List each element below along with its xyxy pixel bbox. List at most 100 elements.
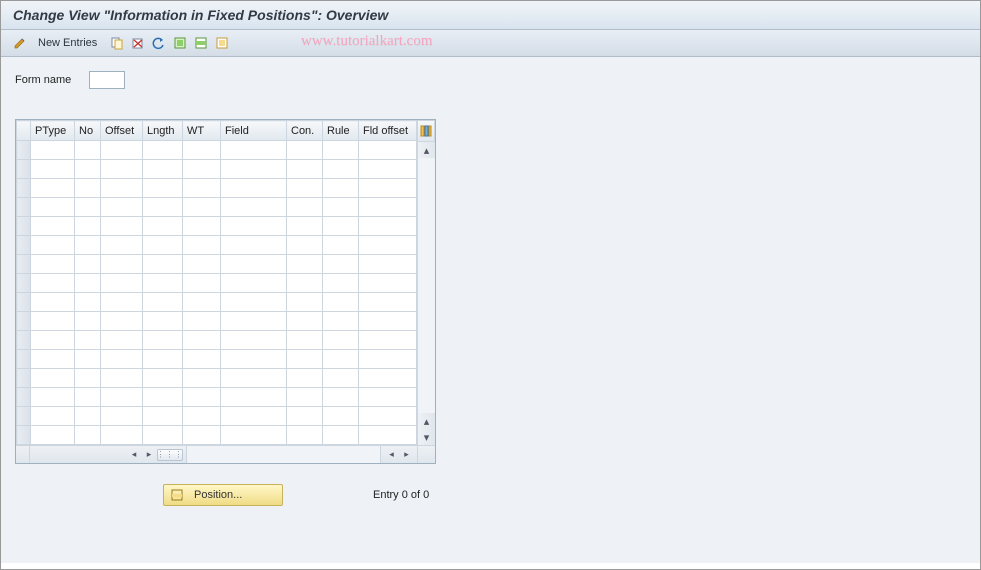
cell[interactable]: [183, 160, 221, 179]
cell[interactable]: [323, 426, 359, 445]
scroll-track[interactable]: [418, 158, 435, 413]
cell[interactable]: [323, 160, 359, 179]
cell[interactable]: [323, 274, 359, 293]
col-header-wt[interactable]: WT: [183, 121, 221, 141]
cell[interactable]: [359, 198, 417, 217]
cell[interactable]: [31, 369, 75, 388]
select-block-icon[interactable]: [192, 34, 210, 52]
cell[interactable]: [101, 312, 143, 331]
cell[interactable]: [359, 293, 417, 312]
cell[interactable]: [183, 179, 221, 198]
cell[interactable]: [101, 350, 143, 369]
cell[interactable]: [183, 312, 221, 331]
cell[interactable]: [101, 160, 143, 179]
cell[interactable]: [75, 407, 101, 426]
cell[interactable]: [143, 179, 183, 198]
cell[interactable]: [183, 255, 221, 274]
cell[interactable]: [101, 407, 143, 426]
cell[interactable]: [221, 312, 287, 331]
undo-icon[interactable]: [150, 34, 168, 52]
cell[interactable]: [101, 388, 143, 407]
cell[interactable]: [287, 312, 323, 331]
scroll-down-icon[interactable]: ▴: [418, 413, 435, 429]
cell[interactable]: [31, 274, 75, 293]
cell[interactable]: [143, 369, 183, 388]
cell[interactable]: [143, 198, 183, 217]
cell[interactable]: [31, 407, 75, 426]
cell[interactable]: [75, 274, 101, 293]
cell[interactable]: [31, 350, 75, 369]
position-button[interactable]: Position...: [163, 484, 283, 506]
cell[interactable]: [101, 426, 143, 445]
cell[interactable]: [143, 160, 183, 179]
cell[interactable]: [359, 388, 417, 407]
cell[interactable]: [287, 198, 323, 217]
cell[interactable]: [31, 255, 75, 274]
cell[interactable]: [31, 179, 75, 198]
col-header-rule[interactable]: Rule: [323, 121, 359, 141]
cell[interactable]: [221, 160, 287, 179]
row-handle[interactable]: [17, 388, 31, 407]
table-row[interactable]: [17, 331, 417, 350]
cell[interactable]: [75, 236, 101, 255]
table-row[interactable]: [17, 274, 417, 293]
cell[interactable]: [323, 217, 359, 236]
cell[interactable]: [221, 274, 287, 293]
cell[interactable]: [101, 293, 143, 312]
cell[interactable]: [221, 179, 287, 198]
cell[interactable]: [183, 350, 221, 369]
table-row[interactable]: [17, 350, 417, 369]
cell[interactable]: [75, 179, 101, 198]
cell[interactable]: [183, 293, 221, 312]
cell[interactable]: [143, 350, 183, 369]
cell[interactable]: [31, 236, 75, 255]
table-row[interactable]: [17, 426, 417, 445]
col-header-offset[interactable]: Offset: [101, 121, 143, 141]
cell[interactable]: [183, 198, 221, 217]
cell[interactable]: [101, 198, 143, 217]
table-row[interactable]: [17, 141, 417, 160]
row-handle[interactable]: [17, 331, 31, 350]
cell[interactable]: [323, 141, 359, 160]
cell[interactable]: [101, 369, 143, 388]
table-row[interactable]: [17, 198, 417, 217]
cell[interactable]: [287, 179, 323, 198]
cell[interactable]: [287, 293, 323, 312]
cell[interactable]: [75, 350, 101, 369]
cell[interactable]: [75, 331, 101, 350]
col-header-ptype[interactable]: PType: [31, 121, 75, 141]
deselect-all-icon[interactable]: [213, 34, 231, 52]
cell[interactable]: [323, 255, 359, 274]
table-row[interactable]: [17, 407, 417, 426]
row-handle[interactable]: [17, 274, 31, 293]
cell[interactable]: [323, 388, 359, 407]
cell[interactable]: [323, 236, 359, 255]
cell[interactable]: [143, 312, 183, 331]
cell[interactable]: [221, 388, 287, 407]
cell[interactable]: [101, 331, 143, 350]
col-header-con-[interactable]: Con.: [287, 121, 323, 141]
cell[interactable]: [101, 217, 143, 236]
cell[interactable]: [287, 160, 323, 179]
select-all-icon[interactable]: [171, 34, 189, 52]
cell[interactable]: [31, 141, 75, 160]
cell[interactable]: [143, 388, 183, 407]
table-row[interactable]: [17, 312, 417, 331]
cell[interactable]: [287, 141, 323, 160]
cell[interactable]: [101, 236, 143, 255]
cell[interactable]: [287, 331, 323, 350]
scroll-left2-icon[interactable]: ◂: [385, 449, 399, 460]
cell[interactable]: [221, 293, 287, 312]
cell[interactable]: [287, 236, 323, 255]
cell[interactable]: [75, 217, 101, 236]
cell[interactable]: [143, 217, 183, 236]
cell[interactable]: [101, 141, 143, 160]
table-row[interactable]: [17, 236, 417, 255]
cell[interactable]: [359, 407, 417, 426]
cell[interactable]: [75, 426, 101, 445]
cell[interactable]: [359, 179, 417, 198]
cell[interactable]: [287, 426, 323, 445]
cell[interactable]: [221, 141, 287, 160]
cell[interactable]: [221, 236, 287, 255]
cell[interactable]: [75, 255, 101, 274]
